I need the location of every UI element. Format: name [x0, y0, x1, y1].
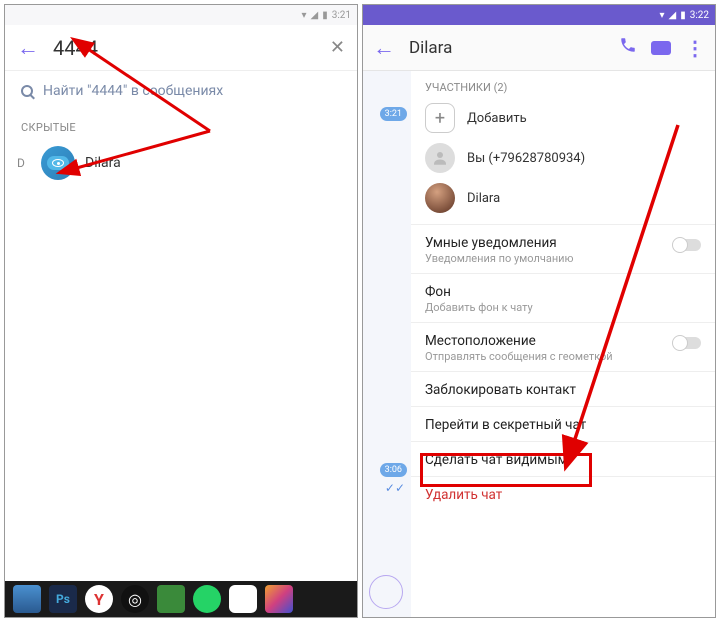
index-letter: D	[17, 156, 31, 170]
contact-name: Dilara	[85, 155, 121, 171]
smart-notifications-row[interactable]: Умные уведомления Уведомления по умолчан…	[411, 224, 715, 273]
setting-subtitle: Отправлять сообщения с геометкой	[425, 350, 673, 363]
setting-title: Заблокировать контакт	[425, 382, 576, 398]
clear-icon[interactable]: ✕	[330, 37, 345, 58]
signal-icon: ◢	[310, 10, 318, 21]
participant-name: Dilara	[467, 191, 500, 206]
add-participant-row[interactable]: + Добавить	[411, 98, 715, 138]
add-label: Добавить	[467, 111, 527, 126]
setting-title: Перейти в секретный чат	[425, 417, 586, 433]
setting-subtitle: Уведомления по умолчанию	[425, 252, 673, 265]
app-bar: ← Dilara ⋮	[363, 25, 715, 71]
compose-icon[interactable]	[369, 575, 403, 609]
search-icon	[21, 85, 33, 97]
search-input[interactable]: 4444	[53, 36, 316, 60]
status-time: 3:22	[690, 10, 709, 21]
participants-label: УЧАСТНИКИ (2)	[411, 71, 715, 98]
taskbar-icon[interactable]	[13, 585, 41, 613]
msg-time: 3:21	[380, 107, 407, 121]
signal-icon: ◢	[668, 10, 676, 21]
statusbar-right: ▾ ◢ ▮ 3:22	[363, 5, 715, 25]
wifi-icon: ▾	[301, 10, 306, 21]
toggle[interactable]	[673, 239, 701, 251]
taskbar: Ps Y ◎	[5, 581, 357, 617]
phone-left: ▾ ◢ ▮ 3:21 ← 4444 ✕ Найти "4444" в сообщ…	[4, 4, 358, 618]
statusbar-left: ▾ ◢ ▮ 3:21	[5, 5, 357, 25]
hidden-eye-icon	[47, 156, 69, 170]
plus-icon: +	[425, 103, 455, 133]
chat-background-sliver: 3:21 3:06 ✓✓	[363, 71, 411, 617]
setting-title: Фон	[425, 284, 701, 300]
suggestion-text: Найти "4444" в сообщениях	[43, 83, 223, 99]
menu-icon[interactable]: ⋮	[685, 36, 705, 60]
taskbar-yandex-icon[interactable]: Y	[85, 585, 113, 613]
contact-row[interactable]: D Dilara	[5, 140, 357, 186]
setting-title: Сделать чат видимым	[425, 452, 568, 468]
battery-icon: ▮	[680, 10, 686, 21]
block-contact-row[interactable]: Заблокировать контакт	[411, 371, 715, 406]
make-visible-row[interactable]: Сделать чат видимым	[411, 441, 715, 476]
contact-avatar	[41, 146, 75, 180]
secret-chat-row[interactable]: Перейти в секретный чат	[411, 406, 715, 441]
status-time: 3:21	[332, 10, 351, 21]
wifi-icon: ▾	[659, 10, 664, 21]
read-checks-icon: ✓✓	[385, 481, 405, 495]
background-row[interactable]: Фон Добавить фон к чату	[411, 273, 715, 322]
avatar-placeholder-icon	[425, 143, 455, 173]
toggle[interactable]	[673, 337, 701, 349]
setting-title: Местоположение	[425, 333, 673, 349]
delete-chat-row[interactable]: Удалить чат	[411, 476, 715, 511]
call-icon[interactable]	[619, 36, 637, 59]
back-icon[interactable]: ←	[373, 35, 395, 61]
chat-info-panel: УЧАСТНИКИ (2) + Добавить Вы (+7962878093…	[411, 71, 715, 617]
location-row[interactable]: Местоположение Отправлять сообщения с ге…	[411, 322, 715, 371]
participant-name: Вы (+79628780934)	[467, 151, 585, 166]
setting-title: Удалить чат	[425, 487, 502, 503]
taskbar-icon[interactable]: ◎	[121, 585, 149, 613]
section-hidden-label: СКРЫТЫЕ	[5, 111, 357, 140]
video-icon[interactable]	[651, 41, 671, 55]
battery-icon: ▮	[322, 10, 328, 21]
participant-row[interactable]: Dilara	[411, 178, 715, 218]
search-suggestion[interactable]: Найти "4444" в сообщениях	[5, 71, 357, 111]
taskbar-icon[interactable]	[157, 585, 185, 613]
taskbar-whatsapp-icon[interactable]	[193, 585, 221, 613]
back-icon[interactable]: ←	[17, 35, 39, 61]
search-bar: ← 4444 ✕	[5, 25, 357, 71]
taskbar-icon[interactable]	[265, 585, 293, 613]
setting-title: Умные уведомления	[425, 235, 673, 251]
avatar	[425, 183, 455, 213]
taskbar-icon[interactable]	[229, 585, 257, 613]
chat-title: Dilara	[409, 38, 605, 58]
msg-time: 3:06	[380, 463, 407, 477]
phone-right: ▾ ◢ ▮ 3:22 ← Dilara ⋮ 3:21 3:06 ✓✓ У	[362, 4, 716, 618]
participant-row[interactable]: Вы (+79628780934)	[411, 138, 715, 178]
taskbar-ps-icon[interactable]: Ps	[49, 585, 77, 613]
setting-subtitle: Добавить фон к чату	[425, 301, 701, 314]
